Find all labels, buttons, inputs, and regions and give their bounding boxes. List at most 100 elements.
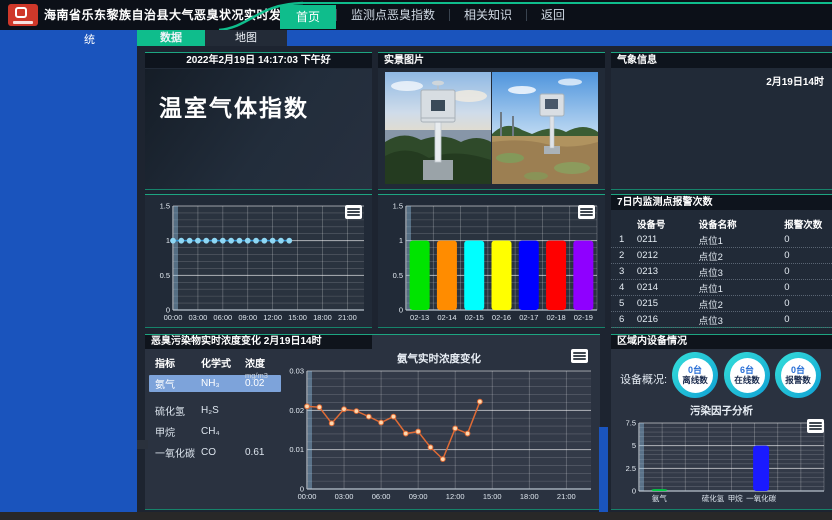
nav-item-odor-index[interactable]: 监测点恶臭指数 — [337, 0, 449, 30]
svg-text:03:00: 03:00 — [189, 313, 208, 322]
svg-text:12:00: 12:00 — [263, 313, 282, 322]
pollutants-panel-title: 恶臭污染物实时浓度变化 2月19日14时 — [145, 335, 372, 349]
photos-panel-title: 实景图片 — [378, 53, 605, 68]
online-count-badge: 6台 在线数 — [724, 352, 770, 398]
pollutants-table-header: 指标 化学式 浓度mg/m3 — [149, 355, 281, 375]
logo-subtext — [13, 21, 33, 24]
svg-text:0: 0 — [632, 487, 636, 496]
svg-text:02-15: 02-15 — [465, 313, 484, 322]
table-row: 30213点位30 — [611, 264, 832, 280]
table-row: 甲烷CH₄ — [149, 423, 281, 440]
table-row: 50215点位20 — [611, 296, 832, 312]
title-overflow-text: 统 — [84, 31, 95, 47]
corner-notch — [137, 440, 148, 449]
table-row: 10211点位10 — [611, 232, 832, 248]
svg-text:1: 1 — [166, 236, 170, 245]
device-overview-label: 设备概况: — [620, 371, 667, 387]
svg-text:0.5: 0.5 — [160, 271, 170, 280]
alarm-table-body: 10211点位1020212点位2030213点位3040214点位105021… — [611, 232, 832, 328]
table-row: 一氧化碳CO0.61 — [149, 444, 281, 461]
ammonia-trend-chart: 00.010.020.0300:0003:0006:0009:0012:0015… — [281, 365, 597, 505]
tab-data[interactable]: 数据 — [137, 30, 205, 46]
table-row: 20212点位20 — [611, 248, 832, 264]
svg-text:0.03: 0.03 — [289, 367, 304, 376]
tab-bar: 数据 地图 — [0, 30, 832, 46]
devices-panel-title: 区域内设备情况 — [611, 335, 832, 349]
dashboard-page: 海南省乐东黎族自治县大气恶臭状况实时发布系 首页 监测点恶臭指数 相关知识 返回… — [0, 0, 832, 520]
svg-text:12:00: 12:00 — [446, 492, 465, 501]
svg-text:02-18: 02-18 — [546, 313, 565, 322]
svg-text:06:00: 06:00 — [372, 492, 391, 501]
svg-text:7.5: 7.5 — [626, 419, 636, 428]
weather-panel: 气象信息 2月19日14时 — [611, 52, 832, 190]
svg-text:15:00: 15:00 — [288, 313, 307, 322]
greenhouse-gas-title: 温室气体指数 — [159, 89, 309, 123]
svg-text:02-13: 02-13 — [410, 313, 429, 322]
pollutants-table: 指标 化学式 浓度mg/m3 氨气NH₃0.02 硫化氢H₂S 甲烷CH₄ 一氧化碳C… — [149, 355, 281, 465]
table-row: 60216点位30 — [611, 312, 832, 328]
svg-text:02-16: 02-16 — [492, 313, 511, 322]
nav-item-home[interactable]: 首页 — [280, 5, 336, 29]
svg-text:0.5: 0.5 — [393, 271, 403, 280]
svg-text:21:00: 21:00 — [338, 313, 357, 322]
table-row: 氨气NH₃0.02 — [149, 375, 281, 392]
offline-count-badge: 0台 离线数 — [672, 352, 718, 398]
site-photo-2 — [492, 72, 598, 184]
svg-text:06:00: 06:00 — [213, 313, 232, 322]
svg-text:02-19: 02-19 — [574, 313, 593, 322]
datetime-text: 2022年2月19日 14:17:03 下午好 — [145, 53, 372, 68]
chart-menu-icon[interactable] — [345, 205, 362, 219]
svg-text:09:00: 09:00 — [238, 313, 257, 322]
alarm-panel: 7日内监测点报警次数 设备号 设备名称 报警次数 10211点位1020212点… — [611, 194, 832, 328]
svg-text:09:00: 09:00 — [409, 492, 428, 501]
alarm-table-header: 设备号 设备名称 报警次数 — [611, 216, 832, 232]
svg-text:21:00: 21:00 — [557, 492, 576, 501]
svg-text:00:00: 00:00 — [164, 313, 183, 322]
svg-text:02-14: 02-14 — [437, 313, 456, 322]
chart-menu-icon[interactable] — [571, 349, 588, 363]
alarm-panel-title: 7日内监测点报警次数 — [611, 195, 832, 210]
svg-text:02-17: 02-17 — [519, 313, 538, 322]
logo-glyph-icon — [15, 7, 27, 18]
ammonia-chart-title: 氨气实时浓度变化 — [281, 351, 597, 366]
table-row: 硫化氢H₂S — [149, 402, 281, 419]
greenhouse-chart-panel: 00.511.500:0003:0006:0009:0012:0015:0018… — [145, 194, 372, 328]
greeting-panel: 2022年2月19日 14:17:03 下午好 温室气体指数 — [145, 52, 372, 190]
factor-analysis-title: 污染因子分析 — [611, 403, 832, 418]
svg-text:0.01: 0.01 — [289, 445, 304, 454]
svg-text:0.02: 0.02 — [289, 406, 304, 415]
greeting-body: 温室气体指数 — [145, 69, 372, 189]
tab-map[interactable]: 地图 — [205, 30, 287, 46]
svg-text:甲烷: 甲烷 — [728, 493, 743, 503]
svg-text:1.5: 1.5 — [393, 202, 403, 211]
daily-index-chart-panel: 00.511.502-1302-1402-1502-1602-1702-1802… — [378, 194, 605, 328]
svg-text:一氧化碳: 一氧化碳 — [746, 493, 776, 503]
alarm-count-badge: 0台 报警数 — [775, 352, 821, 398]
top-header-bar: 海南省乐东黎族自治县大气恶臭状况实时发布系 首页 监测点恶臭指数 相关知识 返回 — [0, 0, 832, 30]
nav-item-back[interactable]: 返回 — [527, 0, 579, 30]
daily-index-chart: 00.511.502-1302-1402-1502-1602-1702-1802… — [380, 200, 603, 326]
svg-text:0: 0 — [399, 306, 403, 315]
nav-item-knowledge[interactable]: 相关知识 — [450, 0, 526, 30]
pollutants-panel: 恶臭污染物实时浓度变化 2月19日14时 指标 化学式 浓度mg/m3 氨气NH… — [145, 334, 600, 510]
svg-text:硫化氢: 硫化氢 — [702, 493, 725, 503]
svg-text:1.5: 1.5 — [160, 202, 170, 211]
svg-text:18:00: 18:00 — [520, 492, 539, 501]
svg-text:5: 5 — [632, 441, 636, 450]
weather-time: 2月19日14时 — [766, 73, 824, 88]
svg-text:03:00: 03:00 — [335, 492, 354, 501]
photos-panel: 实景图片 — [378, 52, 605, 190]
weather-panel-title: 气象信息 — [611, 53, 832, 68]
svg-text:18:00: 18:00 — [313, 313, 332, 322]
devices-panel: 区域内设备情况 设备概况: 0台 离线数 6台 在线数 0台 报警数 污染因子分… — [611, 334, 832, 510]
svg-text:2.5: 2.5 — [626, 464, 636, 473]
main-nav: 首页 监测点恶臭指数 相关知识 返回 — [280, 0, 579, 30]
table-row: 40214点位10 — [611, 280, 832, 296]
svg-text:00:00: 00:00 — [298, 492, 317, 501]
factor-analysis-chart: 02.557.5氨气硫化氢甲烷一氧化碳 — [613, 417, 830, 507]
brand-logo-icon — [8, 4, 38, 26]
chart-menu-icon[interactable] — [578, 205, 595, 219]
site-photo-1 — [385, 72, 491, 184]
chart-menu-icon[interactable] — [807, 419, 824, 433]
pollutants-table-body: 氨气NH₃0.02 硫化氢H₂S 甲烷CH₄ 一氧化碳CO0.61 — [149, 375, 281, 461]
